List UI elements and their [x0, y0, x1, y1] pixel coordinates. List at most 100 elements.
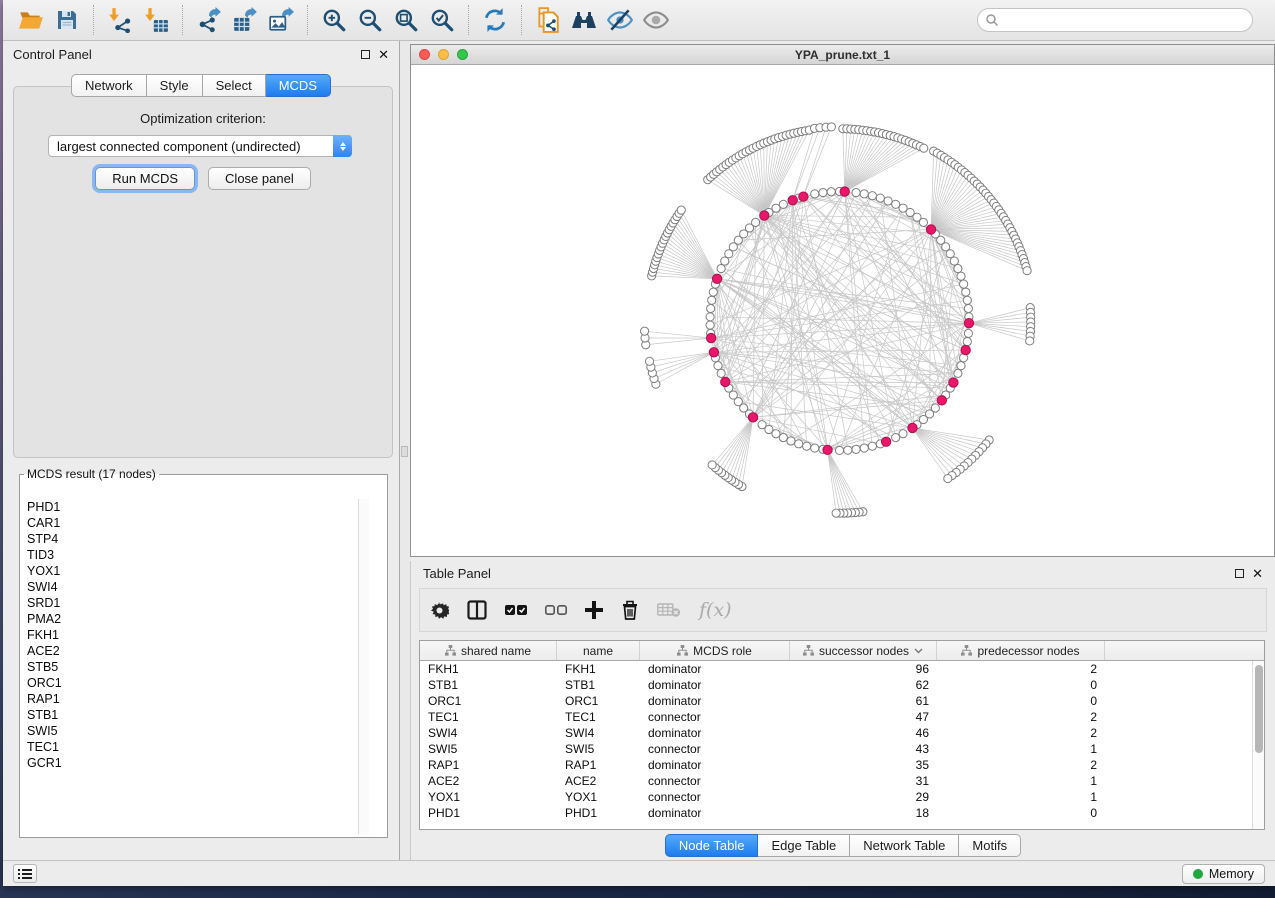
- zoom-selected-icon[interactable]: [428, 6, 456, 34]
- dropdown-stepper-icon: [333, 135, 352, 157]
- mcds-tab-panel: Optimization criterion: largest connecte…: [13, 86, 393, 458]
- mcds-result-item[interactable]: CAR1: [27, 515, 357, 531]
- table-row[interactable]: SWI5SWI5connector431: [420, 741, 1252, 757]
- table-cell: SWI5: [557, 741, 640, 757]
- tab-style[interactable]: Style: [147, 74, 203, 97]
- refresh-layout-icon[interactable]: [481, 6, 509, 34]
- network-dominator-node: [840, 187, 849, 196]
- table-cell: connector: [640, 741, 790, 757]
- export-table-icon[interactable]: [231, 6, 259, 34]
- mcds-result-item[interactable]: STB1: [27, 707, 357, 723]
- table-scrollbar-thumb[interactable]: [1255, 665, 1263, 753]
- zoom-out-icon[interactable]: [356, 6, 384, 34]
- hide-selected-icon[interactable]: [606, 6, 634, 34]
- table-row[interactable]: FKH1FKH1dominator962: [420, 661, 1252, 677]
- function-builder-icon[interactable]: f(x): [699, 599, 732, 621]
- mcds-result-box: MCDS result (17 nodes) PHD1CAR1STP4TID3Y…: [19, 467, 388, 838]
- tab-select[interactable]: Select: [203, 74, 266, 97]
- table-cell: 0: [937, 677, 1105, 693]
- column-header-mcds-role[interactable]: MCDS role: [640, 641, 790, 660]
- criterion-dropdown[interactable]: largest connected component (undirected): [48, 135, 352, 157]
- network-dominator-node: [926, 225, 935, 234]
- mcds-result-item[interactable]: YOX1: [27, 563, 357, 579]
- network-window-titlebar[interactable]: YPA_prune.txt_1: [411, 45, 1274, 65]
- mcds-result-item[interactable]: STB5: [27, 659, 357, 675]
- settings-gear-icon[interactable]: [430, 601, 449, 620]
- table-row[interactable]: TEC1TEC1connector472: [420, 709, 1252, 725]
- mcds-result-item[interactable]: ORC1: [27, 675, 357, 691]
- mcds-result-item[interactable]: SRD1: [27, 595, 357, 611]
- table-cell: YOX1: [420, 789, 557, 805]
- import-network-icon[interactable]: [106, 6, 134, 34]
- binoculars-icon[interactable]: [570, 6, 598, 34]
- table-cell: YOX1: [557, 789, 640, 805]
- save-icon[interactable]: [53, 6, 81, 34]
- share-document-icon[interactable]: [534, 6, 562, 34]
- console-button[interactable]: [13, 864, 37, 883]
- tab-node-table[interactable]: Node Table: [665, 834, 759, 857]
- mcds-result-item[interactable]: PHD1: [27, 499, 357, 515]
- window-close-icon[interactable]: [419, 49, 430, 60]
- close-panel-button[interactable]: Close panel: [208, 167, 311, 190]
- tab-motifs[interactable]: Motifs: [959, 834, 1021, 857]
- run-mcds-button[interactable]: Run MCDS: [95, 167, 195, 190]
- table-row[interactable]: PHD1PHD1dominator180: [420, 805, 1252, 821]
- close-panel-icon[interactable]: ✕: [1252, 569, 1263, 578]
- mcds-result-item[interactable]: TID3: [27, 547, 357, 563]
- table-row[interactable]: RAP1RAP1dominator352: [420, 757, 1252, 773]
- table-row[interactable]: STB1STB1dominator620: [420, 677, 1252, 693]
- mcds-result-item[interactable]: PMA2: [27, 611, 357, 627]
- column-header-successor-nodes[interactable]: successor nodes: [790, 641, 937, 660]
- open-file-icon[interactable]: [17, 6, 45, 34]
- float-panel-icon[interactable]: [1235, 569, 1244, 578]
- splitter-handle[interactable]: [401, 446, 408, 457]
- mcds-result-item[interactable]: TEC1: [27, 739, 357, 755]
- table-cell: dominator: [640, 805, 790, 821]
- tab-network[interactable]: Network: [71, 74, 147, 97]
- tab-mcds[interactable]: MCDS: [266, 74, 331, 97]
- table-row[interactable]: ORC1ORC1dominator610: [420, 693, 1252, 709]
- mcds-result-item[interactable]: STP4: [27, 531, 357, 547]
- column-header-shared-name[interactable]: shared name: [420, 641, 557, 660]
- column-header-name[interactable]: name: [557, 641, 640, 660]
- table-cell: connector: [640, 709, 790, 725]
- table-cell: TEC1: [557, 709, 640, 725]
- window-maximize-icon[interactable]: [457, 49, 468, 60]
- mcds-result-item[interactable]: FKH1: [27, 627, 357, 643]
- export-network-icon[interactable]: [195, 6, 223, 34]
- column-chooser-icon[interactable]: [467, 600, 487, 620]
- mcds-result-item[interactable]: GCR1: [27, 755, 357, 771]
- mcds-result-item[interactable]: ACE2: [27, 643, 357, 659]
- vertical-splitter[interactable]: [400, 41, 410, 860]
- table-cell: ACE2: [557, 773, 640, 789]
- table-row[interactable]: YOX1YOX1connector291: [420, 789, 1252, 805]
- select-all-icon[interactable]: [505, 604, 527, 616]
- float-panel-icon[interactable]: [361, 50, 370, 59]
- mcds-result-item[interactable]: SWI5: [27, 723, 357, 739]
- zoom-in-icon[interactable]: [320, 6, 348, 34]
- column-header-predecessor-nodes[interactable]: predecessor nodes: [937, 641, 1105, 660]
- delete-column-icon[interactable]: [621, 600, 639, 620]
- table-scrollbar[interactable]: [1252, 661, 1264, 829]
- mcds-result-item[interactable]: SWI4: [27, 579, 357, 595]
- export-image-icon[interactable]: [267, 6, 295, 34]
- table-row[interactable]: SWI4SWI4dominator462: [420, 725, 1252, 741]
- close-panel-icon[interactable]: ✕: [378, 50, 389, 59]
- table-row[interactable]: ACE2ACE2connector311: [420, 773, 1252, 789]
- delete-table-icon[interactable]: [657, 602, 681, 618]
- network-canvas[interactable]: [411, 66, 1274, 556]
- mcds-result-item[interactable]: RAP1: [27, 691, 357, 707]
- tab-edge-table[interactable]: Edge Table: [758, 834, 850, 857]
- deselect-all-icon[interactable]: [545, 604, 567, 616]
- zoom-fit-icon[interactable]: [392, 6, 420, 34]
- window-minimize-icon[interactable]: [438, 49, 449, 60]
- mcds-list-scrollbar[interactable]: [358, 499, 369, 834]
- add-column-icon[interactable]: [585, 601, 603, 619]
- table-cell: ORC1: [557, 693, 640, 709]
- table-cell: 0: [937, 805, 1105, 821]
- tab-network-table[interactable]: Network Table: [850, 834, 959, 857]
- show-all-icon[interactable]: [642, 6, 670, 34]
- search-input[interactable]: [977, 8, 1253, 32]
- import-table-icon[interactable]: [142, 6, 170, 34]
- memory-button[interactable]: Memory: [1182, 864, 1265, 884]
